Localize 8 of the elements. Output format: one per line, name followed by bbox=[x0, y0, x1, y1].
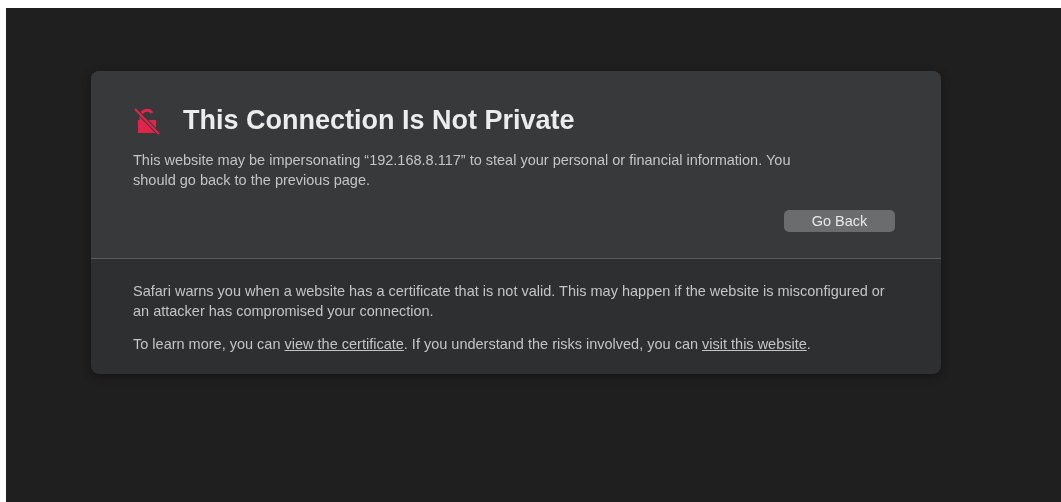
details-link[interactable]: visit this website bbox=[702, 336, 807, 352]
warning-message: This website may be impersonating “192.168.8.117” to steal your personal or financial information. You should go back to the previous page. bbox=[133, 151, 792, 190]
details-paragraph: Safari warns you when a website has a certificate that is not valid. This may happen if the website is misconfigured or an attacker has compromised your connection. bbox=[133, 282, 886, 321]
go-back-button[interactable]: Go Back bbox=[784, 210, 895, 232]
details-link[interactable]: view the certificate bbox=[284, 336, 404, 352]
broken-lock-icon bbox=[133, 106, 161, 135]
warning-title: This Connection Is Not Private bbox=[183, 105, 575, 136]
details-paragraph: To learn more, you can view the certificate. If you understand the risks involved, you can visit this website. bbox=[133, 335, 812, 354]
